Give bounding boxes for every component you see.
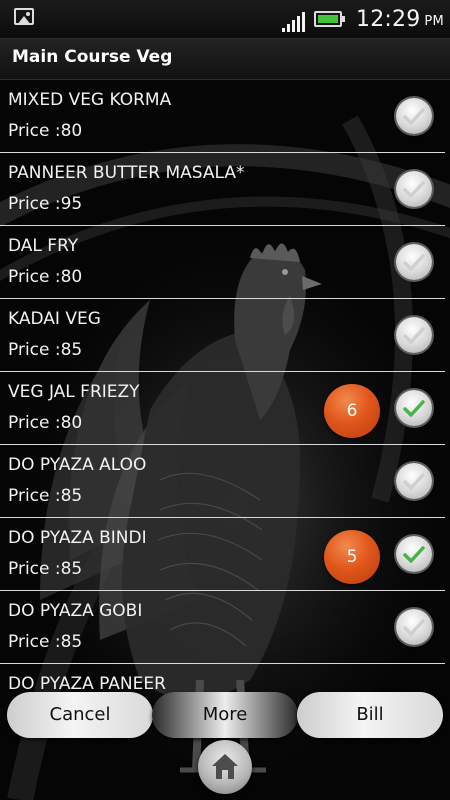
- menu-item-name: PANNEER BUTTER MASALA*: [8, 163, 245, 183]
- image-notification-icon: [14, 8, 34, 25]
- menu-item-price: Price :80: [8, 121, 83, 141]
- menu-item[interactable]: KADAI VEG Price :85: [0, 299, 445, 372]
- menu-item[interactable]: DO PYAZA PANEER: [0, 664, 445, 690]
- cancel-button[interactable]: Cancel: [7, 692, 153, 738]
- menu-item-name: VEG JAL FRIEZY: [8, 382, 140, 402]
- menu-item-price: Price :95: [8, 194, 83, 214]
- menu-item[interactable]: MIXED VEG KORMA Price :80: [0, 80, 445, 153]
- status-bar: 12:29 PM: [0, 0, 450, 39]
- signal-strength-icon: [282, 12, 306, 32]
- status-clock: 12:29 PM: [356, 7, 444, 32]
- checkmark-icon[interactable]: [396, 463, 432, 499]
- menu-item-name: MIXED VEG KORMA: [8, 90, 172, 110]
- checkmark-icon[interactable]: [396, 317, 432, 353]
- menu-item-price: Price :85: [8, 632, 83, 652]
- checkmark-icon[interactable]: [396, 98, 432, 134]
- battery-icon: [314, 11, 345, 27]
- menu-item-price: Price :85: [8, 340, 83, 360]
- menu-item-name: DO PYAZA BINDI: [8, 528, 147, 548]
- quantity-badge[interactable]: 5: [324, 530, 380, 584]
- clock-ampm: PM: [424, 14, 444, 29]
- checkmark-icon[interactable]: [396, 390, 432, 426]
- menu-item[interactable]: DAL FRY Price :80: [0, 226, 445, 299]
- clock-time: 12:29: [356, 7, 421, 32]
- checkmark-icon[interactable]: [396, 244, 432, 280]
- menu-item-name: DO PYAZA GOBI: [8, 601, 143, 621]
- menu-item-name: DAL FRY: [8, 236, 79, 256]
- checkmark-icon[interactable]: [396, 536, 432, 572]
- bottom-action-bar: Cancel More Bill: [0, 688, 450, 800]
- menu-item[interactable]: DO PYAZA GOBI Price :85: [0, 591, 445, 664]
- menu-item[interactable]: VEG JAL FRIEZY Price :80 6: [0, 372, 445, 445]
- more-button[interactable]: More: [152, 692, 298, 738]
- quantity-badge[interactable]: 6: [324, 384, 380, 438]
- page-title: Main Course Veg: [12, 47, 173, 67]
- menu-item[interactable]: DO PYAZA ALOO Price :85: [0, 445, 445, 518]
- home-icon: [212, 754, 238, 779]
- checkmark-icon[interactable]: [396, 609, 432, 645]
- menu-item-price: Price :80: [8, 267, 83, 287]
- menu-item-name: KADAI VEG: [8, 309, 101, 329]
- checkmark-icon[interactable]: [396, 171, 432, 207]
- menu-item-name: DO PYAZA ALOO: [8, 455, 147, 475]
- menu-list[interactable]: MIXED VEG KORMA Price :80 PANNEER BUTTER…: [0, 80, 450, 690]
- menu-item-price: Price :85: [8, 559, 83, 579]
- bill-button[interactable]: Bill: [297, 692, 443, 738]
- menu-item[interactable]: PANNEER BUTTER MASALA* Price :95: [0, 153, 445, 226]
- menu-item[interactable]: DO PYAZA BINDI Price :85 5: [0, 518, 445, 591]
- menu-item-price: Price :85: [8, 486, 83, 506]
- title-bar: Main Course Veg: [0, 39, 450, 80]
- menu-item-price: Price :80: [8, 413, 83, 433]
- home-button[interactable]: [198, 740, 252, 794]
